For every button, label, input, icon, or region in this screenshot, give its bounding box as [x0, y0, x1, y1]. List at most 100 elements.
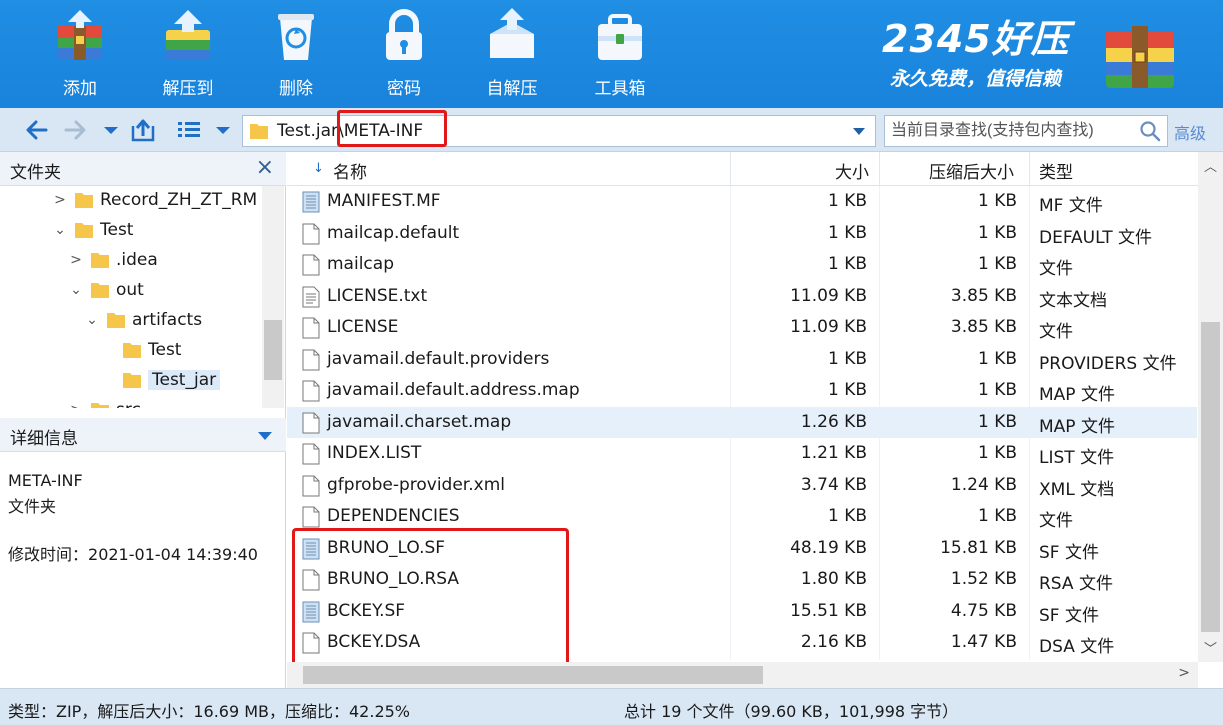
- horizontal-scroll-thumb[interactable]: [303, 666, 763, 684]
- blank-doc-icon: [301, 443, 321, 465]
- back-arrow-icon[interactable]: [24, 117, 50, 143]
- self-extract-button[interactable]: 自解压: [462, 0, 562, 108]
- file-list-scrollbar[interactable]: ︿ ﹀: [1198, 152, 1223, 662]
- signature-files-highlight-box: [292, 528, 569, 666]
- file-size: 1 KB: [827, 380, 867, 400]
- main-toolbar: 添加 解压到 删除 密码 自解压 工具箱 2345好压 永久免费，值得信赖: [0, 0, 1223, 108]
- blank-doc-icon: [301, 223, 321, 245]
- file-row[interactable]: javamail.default.providers 1 KB 1 KB PROVID…: [287, 344, 1197, 376]
- file-row[interactable]: LICENSE.txt 11.09 KB 3.85 KB 文本文档: [287, 281, 1197, 313]
- file-compressed-size: 1 KB: [977, 254, 1017, 274]
- file-row[interactable]: mailcap.default 1 KB 1 KB DEFAULT 文件: [287, 218, 1197, 250]
- toolbox-label: 工具箱: [594, 79, 646, 99]
- collapse-arrow-icon[interactable]: ⌄: [52, 222, 68, 238]
- scroll-up-icon[interactable]: ︿: [1198, 156, 1223, 175]
- file-name: mailcap.default: [327, 222, 460, 243]
- toolbox-button[interactable]: 工具箱: [570, 0, 670, 108]
- add-button[interactable]: 添加: [30, 0, 130, 108]
- tree-item-test[interactable]: ⌄ Test: [52, 215, 133, 245]
- history-dropdown-icon[interactable]: [98, 117, 124, 143]
- folders-panel-header: 文件夹 ×: [0, 152, 286, 186]
- folders-panel-title: 文件夹: [10, 163, 61, 183]
- folder-icon: [75, 193, 93, 208]
- tree-item-test-sub[interactable]: Test: [100, 335, 181, 365]
- scroll-right-icon[interactable]: >: [1178, 665, 1190, 681]
- tree-item-artifacts[interactable]: ⌄ artifacts: [84, 305, 202, 335]
- search-icon[interactable]: [1139, 120, 1161, 142]
- search-input[interactable]: [891, 120, 1131, 142]
- column-name[interactable]: 名称: [333, 158, 367, 183]
- delete-button[interactable]: 删除: [246, 0, 346, 108]
- collapse-arrow-icon[interactable]: ⌄: [84, 312, 100, 328]
- file-size: 1 KB: [827, 191, 867, 211]
- brand-text: 2345好压 永久免费，值得信赖: [882, 18, 1070, 91]
- view-dropdown-icon[interactable]: [210, 117, 236, 143]
- file-row[interactable]: mailcap 1 KB 1 KB 文件: [287, 249, 1197, 281]
- blank-doc-icon: [301, 317, 321, 339]
- horizontal-scrollbar[interactable]: >: [287, 662, 1198, 688]
- file-row[interactable]: INDEX.LIST 1.21 KB 1 KB LIST 文件: [287, 438, 1197, 470]
- blank-doc-icon: [301, 475, 321, 497]
- column-size[interactable]: 大小: [835, 158, 869, 183]
- address-dropdown-icon[interactable]: [853, 128, 865, 135]
- forward-arrow-icon[interactable]: [62, 117, 88, 143]
- collapse-arrow-icon[interactable]: ⌄: [68, 282, 84, 298]
- file-compressed-size: 1.47 KB: [950, 632, 1017, 652]
- file-name: LICENSE.txt: [327, 285, 428, 306]
- expand-arrow-icon[interactable]: >: [68, 402, 84, 408]
- file-type: DEFAULT 文件: [1039, 227, 1153, 248]
- file-row[interactable]: javamail.charset.map 1.26 KB 1 KB MAP 文件: [287, 406, 1197, 438]
- file-compressed-size: 1 KB: [977, 348, 1017, 369]
- expand-arrow-icon[interactable]: >: [68, 252, 84, 268]
- file-name: gfprobe-provider.xml: [327, 474, 505, 495]
- status-bar: 类型：ZIP，解压后大小：16.69 MB，压缩比：42.25% 总计 19 个…: [0, 688, 1223, 725]
- file-type: MAP 文件: [1039, 385, 1115, 405]
- file-row[interactable]: LICENSE 11.09 KB 3.85 KB 文件: [287, 312, 1197, 344]
- tree-scrollbar[interactable]: [262, 186, 284, 408]
- up-folder-icon[interactable]: [130, 117, 156, 143]
- brand-name: 2345好压: [882, 17, 1070, 61]
- details-name: META-INF: [8, 471, 83, 490]
- self-extract-icon: [490, 8, 534, 58]
- extract-icon: [166, 10, 210, 60]
- recycle-bin-icon: [278, 14, 314, 60]
- chevron-down-icon[interactable]: [258, 432, 272, 440]
- column-type[interactable]: 类型: [1039, 158, 1073, 183]
- close-icon[interactable]: ×: [256, 155, 274, 180]
- folder-icon: [91, 283, 109, 298]
- file-row[interactable]: MANIFEST.MF 1 KB 1 KB MF 文件: [287, 186, 1197, 218]
- file-size: 15.51 KB: [790, 600, 867, 621]
- file-size: 1.80 KB: [800, 569, 867, 589]
- password-button[interactable]: 密码: [354, 0, 454, 108]
- tree-item-out[interactable]: ⌄ out: [68, 275, 144, 305]
- file-name: mailcap: [327, 254, 394, 274]
- view-list-icon[interactable]: [176, 117, 202, 143]
- extract-to-button[interactable]: 解压到: [138, 0, 238, 108]
- tree-item-idea[interactable]: > .idea: [68, 245, 158, 275]
- file-size: 1 KB: [827, 254, 867, 274]
- scroll-down-icon[interactable]: ﹀: [1198, 638, 1223, 657]
- file-name: javamail.charset.map: [327, 411, 512, 432]
- file-size: 1.21 KB: [800, 443, 867, 463]
- file-row[interactable]: gfprobe-provider.xml 3.74 KB 1.24 KB XML 文档: [287, 470, 1197, 502]
- advanced-search-link[interactable]: 高级: [1174, 120, 1206, 144]
- column-compressed-size[interactable]: 压缩后大小: [929, 158, 1014, 183]
- tree-scroll-thumb[interactable]: [264, 320, 282, 380]
- file-size: 2.16 KB: [800, 632, 867, 652]
- address-path-archive: Test.jar: [277, 121, 339, 141]
- expand-arrow-icon[interactable]: >: [52, 192, 68, 208]
- file-name: INDEX.LIST: [327, 443, 422, 463]
- tree-item-label: .idea: [116, 250, 158, 270]
- file-size: 1.26 KB: [800, 411, 867, 432]
- file-type: 文本文档: [1039, 290, 1107, 311]
- self-extract-label: 自解压: [486, 79, 538, 99]
- blank-doc-icon: [301, 506, 321, 528]
- folder-tree: > Record_ZH_ZT_RM ⌄ Test > .idea ⌄ out ⌄…: [0, 186, 262, 408]
- file-list-scroll-thumb[interactable]: [1201, 322, 1220, 632]
- file-size: 11.09 KB: [790, 317, 867, 337]
- file-row[interactable]: javamail.default.address.map 1 KB 1 KB MAP …: [287, 375, 1197, 407]
- tree-item-src[interactable]: > src: [68, 395, 141, 408]
- tree-item-record[interactable]: > Record_ZH_ZT_RM: [52, 186, 257, 215]
- tree-item-test-jar[interactable]: Test_jar: [100, 365, 221, 395]
- file-size: 1 KB: [827, 222, 867, 243]
